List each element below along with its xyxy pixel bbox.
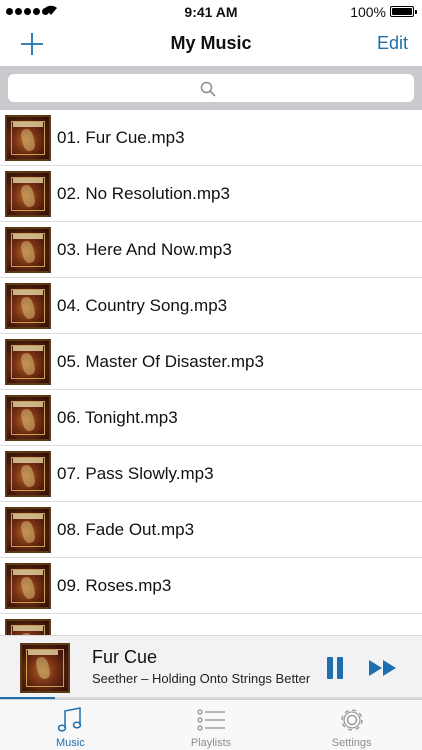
search-area — [0, 66, 422, 110]
song-title: 01. Fur Cue.mp3 — [57, 127, 185, 147]
album-art — [5, 282, 51, 329]
music-note-icon — [58, 707, 82, 732]
song-title: 05. Master Of Disaster.mp3 — [57, 351, 264, 371]
edit-button[interactable]: Edit — [377, 33, 408, 54]
pause-icon[interactable] — [326, 657, 344, 679]
nav-bar: My Music Edit — [0, 24, 422, 66]
song-row[interactable]: 05. Master Of Disaster.mp3 — [0, 334, 422, 390]
now-playing-subtitle: Seether – Holding Onto Strings Better — [92, 671, 310, 686]
album-art — [5, 338, 51, 385]
album-art — [5, 226, 51, 273]
song-title: 07. Pass Slowly.mp3 — [57, 463, 214, 483]
song-row[interactable] — [0, 614, 422, 635]
song-title: 06. Tonight.mp3 — [57, 407, 178, 427]
song-title: 02. No Resolution.mp3 — [57, 183, 230, 203]
song-row[interactable]: 06. Tonight.mp3 — [0, 390, 422, 446]
list-icon — [197, 709, 225, 731]
song-row[interactable]: 03. Here And Now.mp3 — [0, 222, 422, 278]
now-playing-title: Fur Cue — [92, 647, 158, 667]
fast-forward-icon[interactable] — [368, 658, 398, 678]
album-art — [5, 394, 51, 441]
tab-playlists[interactable]: Playlists — [141, 700, 282, 750]
plus-icon[interactable] — [18, 30, 46, 58]
page-title: My Music — [170, 33, 252, 53]
tab-label: Playlists — [190, 737, 232, 749]
now-playing-bar[interactable]: Fur Cue Seether – Holding Onto Strings B… — [0, 635, 422, 699]
tab-label: Music — [55, 737, 85, 749]
tab-music[interactable]: Music — [0, 700, 141, 750]
song-title: 04. Country Song.mp3 — [57, 295, 228, 315]
song-row[interactable]: 08. Fade Out.mp3 — [0, 502, 422, 558]
album-art — [5, 114, 51, 161]
song-title: 03. Here And Now.mp3 — [57, 239, 232, 259]
battery-percent: 100% — [350, 4, 386, 20]
song-row[interactable]: 09. Roses.mp3 — [0, 558, 422, 614]
song-list: 01. Fur Cue.mp3 02. No Resolution.mp3 03… — [0, 110, 422, 635]
tab-settings[interactable]: Settings — [281, 700, 422, 750]
album-art — [5, 170, 51, 217]
song-row[interactable]: 04. Country Song.mp3 — [0, 278, 422, 334]
song-row[interactable]: 02. No Resolution.mp3 — [0, 166, 422, 222]
album-art — [5, 562, 51, 609]
song-row[interactable]: 07. Pass Slowly.mp3 — [0, 446, 422, 502]
search-icon — [200, 81, 216, 97]
status-bar: 9:41 AM 100% — [0, 0, 422, 24]
album-art — [5, 450, 51, 497]
tab-label: Settings — [331, 737, 372, 749]
now-playing-art — [20, 643, 70, 693]
song-title: 09. Roses.mp3 — [57, 575, 172, 595]
album-art — [5, 618, 51, 635]
search-input[interactable] — [8, 74, 414, 102]
gear-icon — [341, 709, 363, 731]
album-art — [5, 506, 51, 553]
song-title: 08. Fade Out.mp3 — [57, 519, 195, 539]
battery-icon — [390, 6, 417, 17]
song-row[interactable]: 01. Fur Cue.mp3 — [0, 110, 422, 166]
tab-bar: Music Playlists Settings — [0, 699, 422, 750]
